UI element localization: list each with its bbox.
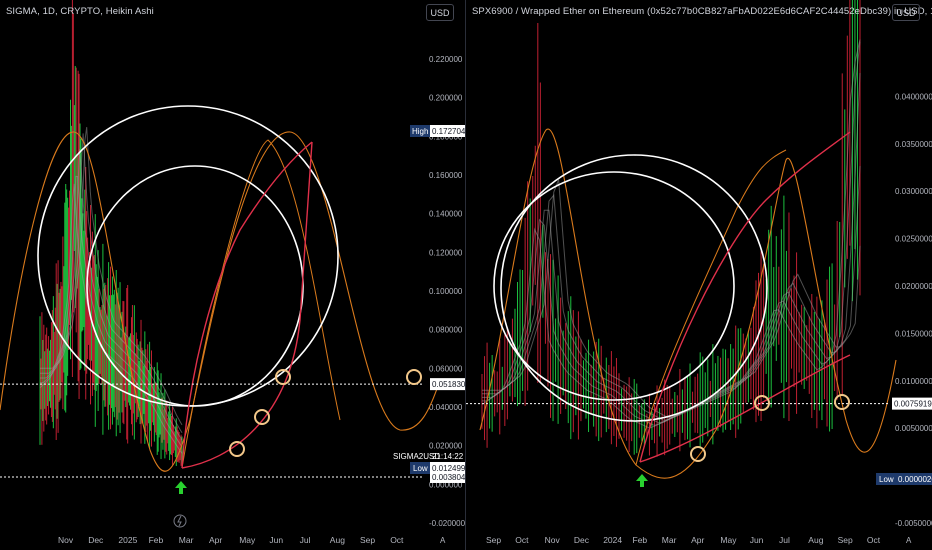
x-axis-tick-label: Nov [58, 535, 74, 545]
y-axis-tick-label: 0.040000 [429, 403, 463, 412]
y-axis-tick-label: 0.0400000 [895, 92, 932, 101]
lightning-icon-bolt [177, 515, 182, 527]
current-price-label: 0.0075919 [894, 400, 932, 409]
x-axis-tick-label: Apr [209, 535, 222, 545]
low-label: Low [413, 464, 428, 473]
x-axis-tick-label: Feb [633, 535, 648, 545]
symbol-time: 21:14:22 [432, 452, 464, 461]
marker-ring [406, 369, 422, 385]
x-axis-tick-label: Jul [300, 535, 311, 545]
x-axis-tick-label: Sep [838, 535, 853, 545]
right-chart-pane[interactable]: 0.0400000 0.0350000 0.0300000 0.0250000 0.02… [466, 0, 932, 550]
x-axis-tick-label: Feb [149, 535, 164, 545]
x-axis-tick-label: Oct [867, 535, 881, 545]
x-axis-tick-label: Oct [515, 535, 529, 545]
x-axis-tick-label: Nov [545, 535, 561, 545]
y-axis-tick-label: 0.0100000 [895, 377, 932, 386]
y-axis-tick-label: 0.160000 [429, 171, 463, 180]
high-value: 0.172704 [432, 127, 466, 136]
right-chart-canvas[interactable]: 0.0400000 0.0350000 0.0300000 0.0250000 0.02… [466, 0, 932, 550]
auto-scale-button: A [440, 536, 446, 545]
x-axis-tick-label: Apr [691, 535, 704, 545]
green-arrow-icon [175, 481, 187, 494]
y-axis-tick-label: -0.0050000 [895, 519, 932, 528]
x-axis-tick-label: Mar [179, 535, 194, 545]
lightning-icon [173, 514, 187, 528]
cycle-curve [181, 139, 341, 469]
y-axis-tick-label: 0.0300000 [895, 187, 932, 196]
y-axis-tick-label: 0.020000 [429, 442, 463, 451]
y-axis-tick-label: 0.0200000 [895, 282, 932, 291]
low-label: Low [879, 475, 894, 484]
y-axis-tick-label: 0.0050000 [895, 424, 932, 433]
x-axis-tick-label: Sep [360, 535, 375, 545]
moving-average-line [482, 165, 861, 421]
left-chart-title: SIGMA, 1D, CRYPTO, Heikin Ashi [6, 6, 154, 17]
marker-ring [690, 446, 706, 462]
moving-average-line [482, 179, 861, 419]
x-axis-tick-label: Jun [269, 535, 283, 545]
support-price-label: 0.003804 [432, 473, 466, 482]
x-axis-tick-label: Jul [779, 535, 790, 545]
fib-arc [639, 354, 851, 463]
y-axis-tick-label: 0.060000 [429, 364, 463, 373]
y-axis-tick-label: 0.0150000 [895, 329, 932, 338]
x-axis-tick-label: May [239, 535, 256, 545]
right-currency-button[interactable]: USD [892, 4, 920, 21]
x-axis-tick-label: Oct [390, 535, 404, 545]
x-axis-tick-label: May [720, 535, 737, 545]
auto-scale-button: A [906, 536, 912, 545]
x-axis-tick-label: Jun [750, 535, 764, 545]
left-currency-button[interactable]: USD [426, 4, 454, 21]
x-axis-tick-label: 2025 [118, 535, 137, 545]
x-axis-tick-label: Aug [808, 535, 823, 545]
y-axis-tick-label: 0.0250000 [895, 235, 932, 244]
y-axis-tick-label: 0.0350000 [895, 140, 932, 149]
current-price-label: 0.051830 [432, 380, 466, 389]
y-axis-tick-label: 0.140000 [429, 210, 463, 219]
x-axis-tick-label: Mar [662, 535, 677, 545]
y-axis-tick-label: 0.080000 [429, 326, 463, 335]
left-chart-canvas[interactable]: 0.2200000.2000000.1800000.1600000.140000… [0, 0, 466, 550]
x-axis-tick-label: Dec [574, 535, 590, 545]
y-axis-tick-label: 0.120000 [429, 248, 463, 257]
y-axis-tick-label: -0.020000 [429, 519, 466, 528]
high-label: High [412, 127, 428, 136]
x-axis-tick-label: Aug [330, 535, 345, 545]
y-axis-tick-label: 0.100000 [429, 287, 463, 296]
y-axis-tick-label: 0.220000 [429, 55, 463, 64]
green-arrow-icon [636, 474, 648, 487]
low-value: 0.0000026 [898, 475, 932, 484]
x-axis-tick-label: 2024 [603, 535, 622, 545]
x-axis-tick-label: Sep [486, 535, 501, 545]
y-axis-tick-label: 0.200000 [429, 94, 463, 103]
x-axis-tick-label: Dec [88, 535, 104, 545]
right-chart-title: SPX6900 / Wrapped Ether on Ethereum (0x5… [472, 6, 932, 17]
left-chart-pane[interactable]: 0.2200000.2000000.1800000.1600000.140000… [0, 0, 466, 550]
moving-average-line [482, 72, 861, 424]
